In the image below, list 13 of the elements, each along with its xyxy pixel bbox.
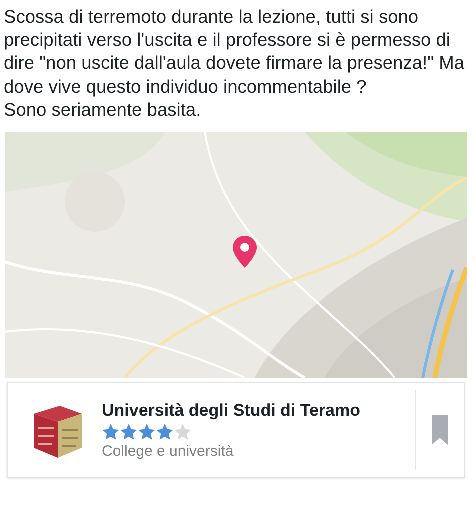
bookmark-icon	[432, 415, 448, 446]
filled-star-icon	[156, 422, 174, 441]
place-category: College e università	[102, 442, 235, 460]
place-card[interactable]: Università degli Studi di Teramo College e università	[7, 382, 465, 478]
filled-star-icon	[102, 422, 120, 441]
empty-star-icon	[174, 422, 192, 441]
filled-star-icon	[120, 422, 138, 441]
post-text: Scossa di terremoto durante la lezione, tutti si sono precipitati verso l'uscita e il professore si è permesso di dire "non uscite dall'aula dovete firmare la presenza!" Ma dove vive questo individuo incommentabile ?	[4, 5, 466, 98]
post-text: Sono seriamente basita.	[4, 98, 202, 122]
filled-star-icon	[138, 422, 156, 441]
bookmark-button[interactable]	[432, 415, 448, 446]
map-pin-icon	[233, 236, 257, 268]
place-name: Università degli Studi di Teramo	[102, 400, 362, 421]
